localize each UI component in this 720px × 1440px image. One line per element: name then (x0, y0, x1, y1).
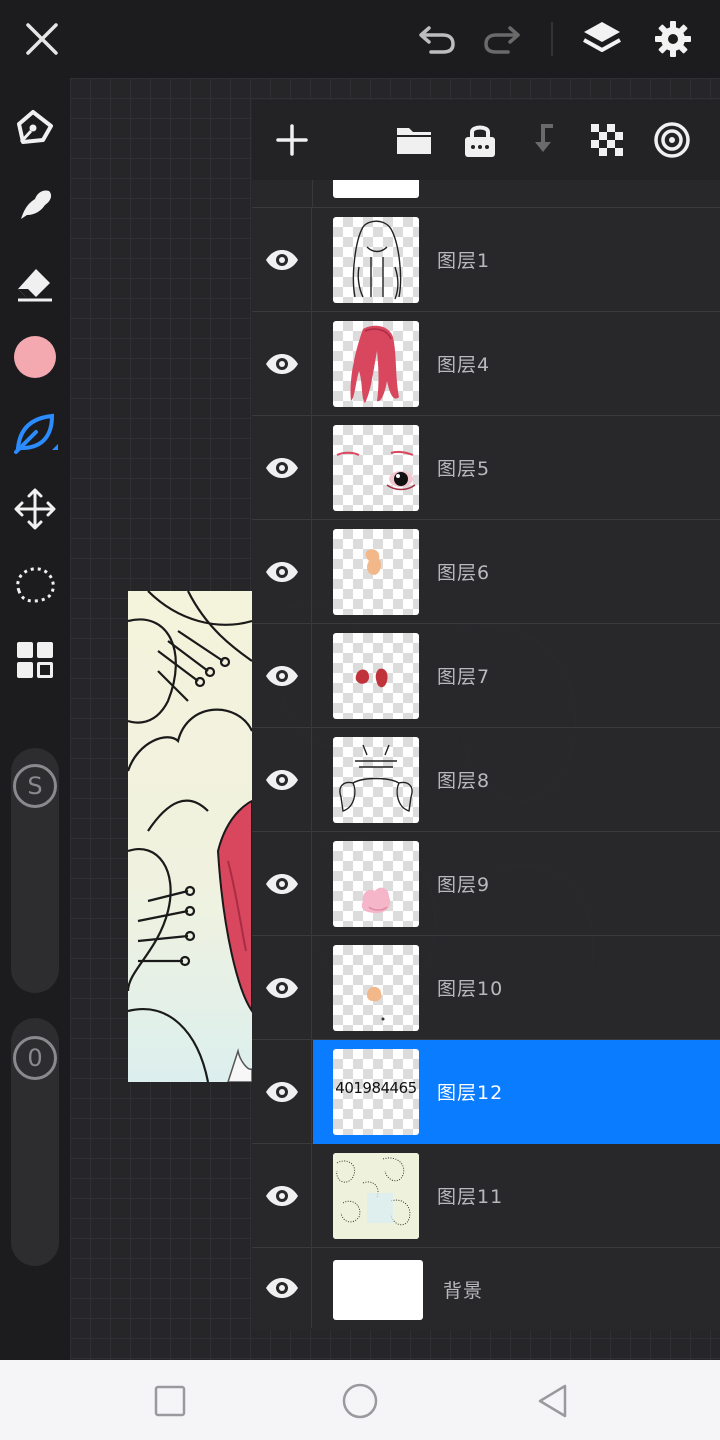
layer-thumbnail (333, 737, 419, 823)
visibility-eye-icon[interactable] (252, 1144, 312, 1248)
artwork-preview (128, 591, 252, 1082)
brush-opacity-knob[interactable]: 0 (13, 1036, 57, 1080)
layer-main[interactable]: 图层10 (313, 936, 720, 1040)
system-nav-bar (0, 1360, 720, 1440)
artwork-flower-drawing (128, 591, 252, 1082)
layer-name: 图层7 (437, 666, 491, 688)
layer-thumbnail (333, 321, 419, 407)
layer-name: 图层12 (437, 1082, 504, 1104)
left-toolbar: S 0 (0, 78, 70, 1360)
layer-main[interactable]: 图层7 (313, 624, 720, 728)
layer-name: 图层4 (437, 354, 491, 376)
layer-name: 图层1 (437, 250, 491, 272)
brush-size-knob[interactable]: S (13, 764, 57, 808)
layer-name: 图层10 (437, 978, 504, 1000)
leaf-brush-icon[interactable] (10, 408, 60, 458)
layer-name: 图层6 (437, 562, 491, 584)
layer-main[interactable]: 图层11 (313, 1144, 720, 1248)
layer-row[interactable]: 图层1 (252, 208, 720, 312)
smudge-tool-icon[interactable] (10, 180, 60, 230)
layer-main[interactable]: 401984465 图层12 (313, 1040, 720, 1144)
layer-thumbnail: 401984465 (333, 1049, 419, 1135)
layer-row[interactable]: 图层11 (252, 1144, 720, 1248)
layer-row[interactable]: 图层5 (252, 416, 720, 520)
layers-icon[interactable] (577, 14, 627, 64)
visibility-eye-icon[interactable] (252, 312, 312, 416)
layer-row[interactable]: 图层10 (252, 936, 720, 1040)
layer-row[interactable]: 图层9 (252, 832, 720, 936)
color-swatch[interactable] (10, 332, 60, 382)
layers-panel-toolbar (252, 100, 720, 180)
visibility-eye-icon[interactable] (252, 1248, 312, 1328)
layer-main[interactable]: 背景 (313, 1248, 720, 1328)
layer-row[interactable]: 图层4 (252, 312, 720, 416)
layer-row-background[interactable]: 背景 (252, 1248, 720, 1328)
layer-thumbnail (333, 1260, 423, 1320)
layer-name: 图层11 (437, 1186, 504, 1208)
layer-main[interactable]: 图层4 (313, 312, 720, 416)
pen-tool-icon[interactable] (10, 103, 60, 153)
gear-icon[interactable] (648, 14, 698, 64)
layer-name: 图层5 (437, 458, 491, 480)
layer-row[interactable]: 图层6 (252, 520, 720, 624)
circle-icon[interactable] (335, 1376, 385, 1426)
layers-panel: 图层1 图层4 图层5 图层6 图层7 图层8 图层9 图层10 401984465 图层12 图层… (252, 100, 720, 1330)
layer-row[interactable]: 401984465 图层12 (252, 1040, 720, 1144)
size-slider-label: S (27, 772, 43, 800)
layer-thumbnail (333, 217, 419, 303)
layer-row[interactable]: 图层7 (252, 624, 720, 728)
gallery-grid-icon[interactable] (10, 635, 60, 685)
thumbnail-text: 401984465 (335, 1079, 417, 1097)
lock-icon[interactable] (455, 115, 505, 165)
visibility-eye-icon[interactable] (252, 208, 312, 312)
square-icon[interactable] (145, 1376, 195, 1426)
toolbar-divider (551, 22, 553, 56)
move-transform-icon[interactable] (10, 484, 60, 534)
layer-mode-icon[interactable] (647, 115, 697, 165)
close-icon[interactable] (17, 14, 67, 64)
visibility-eye-icon[interactable] (252, 520, 312, 624)
layer-main[interactable]: 图层9 (313, 832, 720, 936)
merge-down-icon[interactable] (519, 115, 569, 165)
layer-thumbnail (333, 425, 419, 511)
opacity-slider-label: 0 (27, 1044, 43, 1072)
layer-thumbnail (333, 841, 419, 927)
layer-thumbnail (333, 529, 419, 615)
layer-main[interactable]: 图层5 (313, 416, 720, 520)
lasso-select-icon[interactable] (10, 560, 60, 610)
layer-row[interactable]: 图层8 (252, 728, 720, 832)
undo-icon[interactable] (412, 14, 462, 64)
top-bar (0, 0, 720, 78)
visibility-eye-icon[interactable] (252, 728, 312, 832)
layer-main[interactable]: 图层6 (313, 520, 720, 624)
eraser-tool-icon[interactable] (10, 258, 60, 308)
layer-name: 图层9 (437, 874, 491, 896)
transparency-checker-icon[interactable] (582, 115, 632, 165)
layer-main[interactable]: 图层8 (313, 728, 720, 832)
visibility-eye-icon[interactable] (252, 1040, 312, 1144)
folder-icon[interactable] (389, 115, 439, 165)
layer-thumbnail (333, 1153, 419, 1239)
app-root: S 0 图层1 图层4 图层5 图层6 图层7 图层8 图层9 图层10 401… (0, 0, 720, 1440)
redo-icon[interactable] (477, 14, 527, 64)
layer-thumbnail (333, 945, 419, 1031)
visibility-eye-icon[interactable] (252, 416, 312, 520)
visibility-eye-icon[interactable] (252, 624, 312, 728)
add-layer-icon[interactable] (267, 115, 317, 165)
visibility-eye-icon[interactable] (252, 936, 312, 1040)
triangle-back-icon[interactable] (528, 1376, 578, 1426)
layer-main[interactable]: 图层1 (313, 208, 720, 312)
layer-name: 图层8 (437, 770, 491, 792)
layer-thumbnail (333, 633, 419, 719)
layer-row-partial[interactable] (252, 180, 720, 208)
visibility-eye-icon[interactable] (252, 832, 312, 936)
layer-name: 背景 (443, 1280, 484, 1302)
